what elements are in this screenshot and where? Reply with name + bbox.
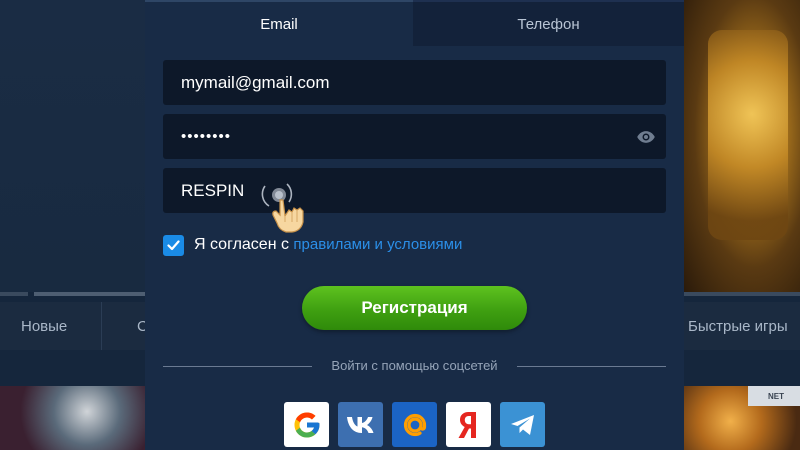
telegram-icon — [510, 414, 534, 435]
registration-tabs: Email Телефон — [145, 0, 684, 46]
social-login-caption: Войти с помощью соцсетей — [331, 358, 498, 373]
register-button[interactable]: Регистрация — [302, 286, 527, 330]
registration-modal: Email Телефон mymail@gmail.com •••••••• … — [145, 0, 684, 450]
password-field[interactable]: •••••••• — [163, 114, 666, 159]
terms-agreement: Я согласен с правилами и условиями — [163, 234, 462, 256]
slider-indicator[interactable] — [684, 292, 800, 296]
banner-image-locomotive — [708, 30, 788, 240]
vk-login-button[interactable] — [338, 402, 383, 447]
tab-email[interactable]: Email — [145, 0, 413, 46]
eye-icon[interactable] — [636, 127, 656, 147]
terms-label: Я согласен с правилами и условиями — [194, 236, 462, 254]
nav-item-fast-games[interactable]: Быстрые игры — [688, 318, 788, 335]
tab-phone[interactable]: Телефон — [413, 0, 684, 46]
terms-link[interactable]: правилами и условиями — [293, 236, 462, 253]
promo-code-field[interactable]: RESPIN — [163, 168, 666, 213]
promo-code-value: RESPIN — [181, 180, 245, 200]
background-banner-left — [0, 0, 145, 292]
yandex-icon — [458, 411, 476, 438]
checkmark-icon — [167, 239, 180, 250]
telegram-login-button[interactable] — [500, 402, 545, 447]
terms-checkbox[interactable] — [163, 234, 184, 256]
terms-label-prefix: Я согласен с — [194, 236, 294, 253]
email-field[interactable]: mymail@gmail.com — [163, 60, 666, 105]
mail-ru-login-button[interactable] — [392, 402, 437, 447]
slider-indicator[interactable] — [0, 292, 28, 296]
nav-item-new[interactable]: Новые — [21, 318, 67, 335]
nav-divider — [101, 302, 102, 350]
yandex-login-button[interactable] — [446, 402, 491, 447]
mail-ru-icon — [403, 413, 426, 436]
background-left-panel — [0, 0, 145, 450]
provider-badge: NET — [748, 386, 800, 406]
tap-hand-cursor-icon — [261, 183, 304, 233]
game-tile[interactable] — [0, 386, 145, 450]
background-right-panel — [684, 0, 800, 450]
email-value: mymail@gmail.com — [181, 72, 330, 92]
background-banner-right — [684, 0, 800, 292]
google-login-button[interactable] — [284, 402, 329, 447]
password-value: •••••••• — [181, 128, 232, 145]
google-icon — [294, 412, 319, 437]
slider-indicator-active[interactable] — [34, 292, 145, 296]
vk-icon — [346, 416, 373, 433]
